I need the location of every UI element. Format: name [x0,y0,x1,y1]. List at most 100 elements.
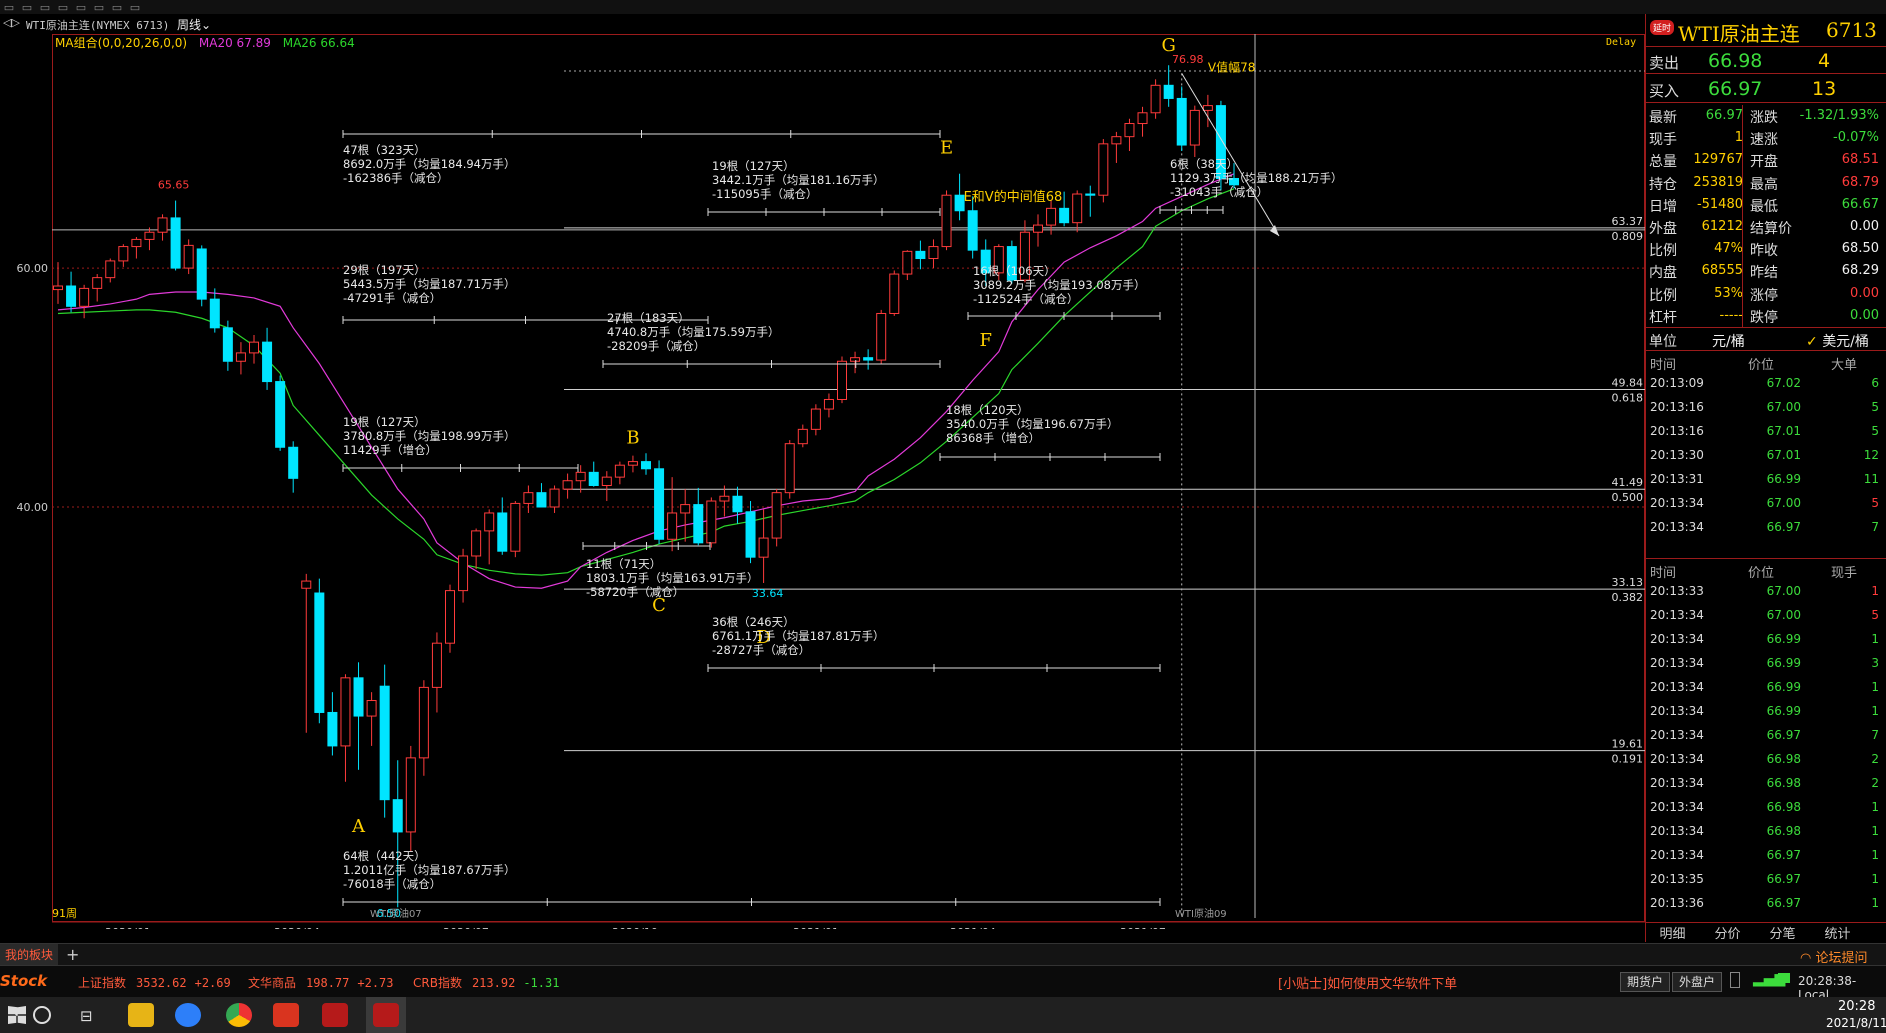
wps-icon[interactable] [273,1003,299,1027]
candle-down [314,592,325,713]
big-order-row[interactable]: 20:13:09 67.02 6 [1646,373,1886,395]
baidu-netdisk-icon[interactable] [175,1003,201,1027]
tick-row[interactable]: 20:13:34 66.97 7 [1646,725,1886,747]
tick-row[interactable]: 20:13:34 66.99 1 [1646,701,1886,723]
row-price: 66.98 [1766,776,1801,790]
tab-明细[interactable]: 明细 [1645,923,1700,942]
row-volume: 7 [1871,728,1879,742]
toolbar-icon[interactable]: ▭ [54,2,72,13]
big-order-row[interactable]: 20:13:30 67.01 12 [1646,445,1886,467]
big-order-row[interactable]: 20:13:31 66.99 11 [1646,469,1886,491]
file-explorer-icon[interactable] [128,1003,154,1027]
add-board-button[interactable]: + [66,945,79,964]
retracement-ratio: 0.809 [1612,230,1644,243]
candle-up [340,677,351,747]
segment-annotation-text: 29根（197天） [343,263,426,277]
candle-up [445,590,455,644]
candlestick-chart[interactable]: 60.00 40.00 63.37 0.809 49.84 0.618 41.49 0.500… [0,14,1645,929]
index-value: 3532.62 [136,976,187,990]
row-price: 67.01 [1766,424,1801,438]
start-icon[interactable] [8,1006,26,1024]
index-item[interactable]: CRB指数 213.92 -1.31 [413,974,559,991]
tip-link[interactable]: [小贴士]如何使用文华软件下单 [1278,973,1457,992]
fx-account-button[interactable]: 外盘户 [1672,972,1722,992]
tick-row[interactable]: 20:13:34 66.99 3 [1646,653,1886,675]
tab-分价[interactable]: 分价 [1700,923,1755,942]
candle-up [1033,224,1043,233]
big-order-row[interactable]: 20:13:16 67.01 5 [1646,421,1886,443]
search-icon[interactable] [33,1006,51,1024]
row-time: 20:13:30 [1650,448,1704,462]
tick-row[interactable]: 20:13:34 66.98 2 [1646,773,1886,795]
my-board-tab[interactable]: 我的板块 [0,944,58,966]
sell-label: 卖出 [1649,54,1680,72]
tick-row[interactable]: 20:13:36 66.97 1 [1646,893,1886,915]
toolbar-icon[interactable]: ▭ [126,2,144,13]
candle-up [418,686,429,759]
segment-annotation-text: 19根（127天） [712,159,795,173]
wenhua-app-icon[interactable] [322,1003,348,1027]
tick-row[interactable]: 20:13:34 66.98 1 [1646,821,1886,843]
retracement-ratio: 0.500 [1612,491,1644,504]
wenhua-app-active-icon[interactable] [373,1003,399,1027]
stat-value: -51480 [1696,196,1743,212]
tick-row[interactable]: 20:13:33 67.00 1 [1646,581,1886,603]
toolbar-icon[interactable]: ▭ [36,2,54,13]
chrome-icon[interactable] [226,1003,252,1027]
tick-row[interactable]: 20:13:35 66.97 1 [1646,869,1886,891]
candle-up [549,488,560,508]
candle-up [837,360,847,400]
candle-down [262,341,273,383]
unit-toggle[interactable]: ✓ 美元/桶 [1806,331,1869,351]
tab-分笔[interactable]: 分笔 [1755,923,1810,942]
candle-down [497,512,508,552]
segment-annotation-text: -28209手（减仓） [607,339,705,353]
unit-value[interactable]: 元/桶 [1712,331,1745,351]
forum-link[interactable]: ◠ 论坛提问 [1800,947,1868,966]
stat-value: 68.51 [1841,152,1879,168]
row-volume: 1 [1871,680,1879,694]
candle-up [876,312,887,361]
candle-up [889,273,900,314]
toolbar-icon[interactable]: ▭ [18,2,36,13]
tick-row[interactable]: 20:13:34 67.00 5 [1646,605,1886,627]
toolbar-icon[interactable]: ▭ [0,2,18,13]
candle-down [196,248,207,300]
candle-up [301,580,312,589]
column-header: 价位 [1748,566,1775,581]
big-order-row[interactable]: 20:13:34 66.97 7 [1646,517,1886,539]
tick-row[interactable]: 20:13:34 66.98 1 [1646,797,1886,819]
stat-row: 比例 53% 涨停 0.00 [1646,283,1886,305]
tick-row[interactable]: 20:13:34 66.98 2 [1646,749,1886,771]
tab-统计[interactable]: 统计 [1810,923,1865,942]
tick-row[interactable]: 20:13:34 66.99 1 [1646,629,1886,651]
task-view-icon[interactable]: ⊟ [80,1007,93,1025]
toolbar-icon[interactable]: ▭ [90,2,108,13]
retracement-price: 19.61 [1612,738,1644,751]
stat-value: 66.97 [1705,108,1743,123]
segment-annotation-text: 6根（38天） [1170,157,1238,171]
futures-account-button[interactable]: 期货户 [1620,972,1670,992]
candle-up [183,244,194,269]
row-time: 20:13:34 [1650,680,1704,694]
big-order-row[interactable]: 20:13:16 67.00 5 [1646,397,1886,419]
stat-label: 比例 [1649,287,1677,304]
candle-up [706,500,717,544]
tick-row[interactable]: 20:13:34 66.97 1 [1646,845,1886,867]
candle-up [484,512,495,532]
tick-row[interactable]: 20:13:34 66.99 1 [1646,677,1886,699]
index-item[interactable]: 文华商品 198.77 +2.73 [248,974,394,991]
segment-annotation-text: 3442.1万手（均量181.16万手） [712,173,884,187]
segment-annotation-text: 86368手（增仓） [946,431,1040,445]
big-order-row[interactable]: 20:13:34 67.00 5 [1646,493,1886,515]
segment-annotation-text: -31043手（减仓） [1170,185,1268,199]
delay-badge: 延时 [1650,20,1675,35]
candle-up [523,492,534,504]
stat-row: 持仓 253819 最高 68.79 [1646,172,1886,194]
toolbar-icon[interactable]: ▭ [72,2,90,13]
segment-annotation-text: 11根（71天） [586,557,661,571]
stat-value: -0.07% [1833,130,1879,146]
index-item[interactable]: 上证指数 3532.62 +2.69 [78,974,231,991]
toolbar-icon[interactable]: ▭ [108,2,126,13]
index-name: 上证指数 [78,976,127,990]
